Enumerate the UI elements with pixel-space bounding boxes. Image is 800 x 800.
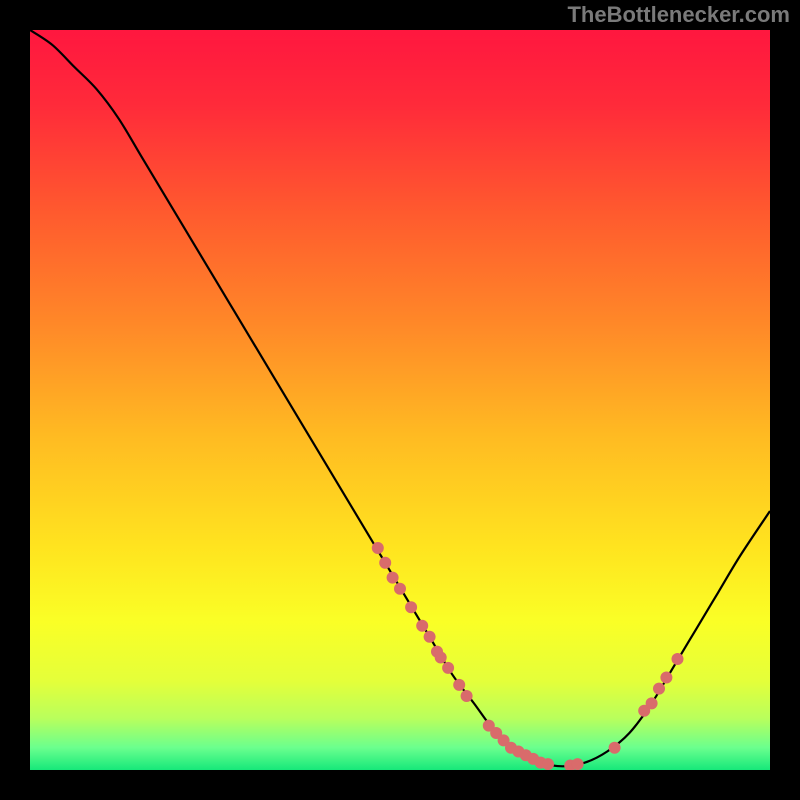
data-point: [653, 683, 665, 695]
data-point: [572, 758, 584, 770]
data-point: [660, 672, 672, 684]
chart-container: TheBottlenecker.com: [0, 0, 800, 800]
data-point: [416, 620, 428, 632]
data-point: [672, 653, 684, 665]
data-point: [461, 690, 473, 702]
data-point: [453, 679, 465, 691]
gradient-background: [30, 30, 770, 770]
data-point: [542, 758, 554, 770]
data-point: [424, 631, 436, 643]
plot-area: [30, 30, 770, 770]
data-point: [394, 583, 406, 595]
data-point: [387, 572, 399, 584]
data-point: [379, 557, 391, 569]
data-point: [372, 542, 384, 554]
watermark-text: TheBottlenecker.com: [567, 2, 790, 28]
data-point: [646, 697, 658, 709]
data-point: [435, 652, 447, 664]
data-point: [442, 662, 454, 674]
chart-svg: [30, 30, 770, 770]
data-point: [405, 601, 417, 613]
data-point: [609, 742, 621, 754]
